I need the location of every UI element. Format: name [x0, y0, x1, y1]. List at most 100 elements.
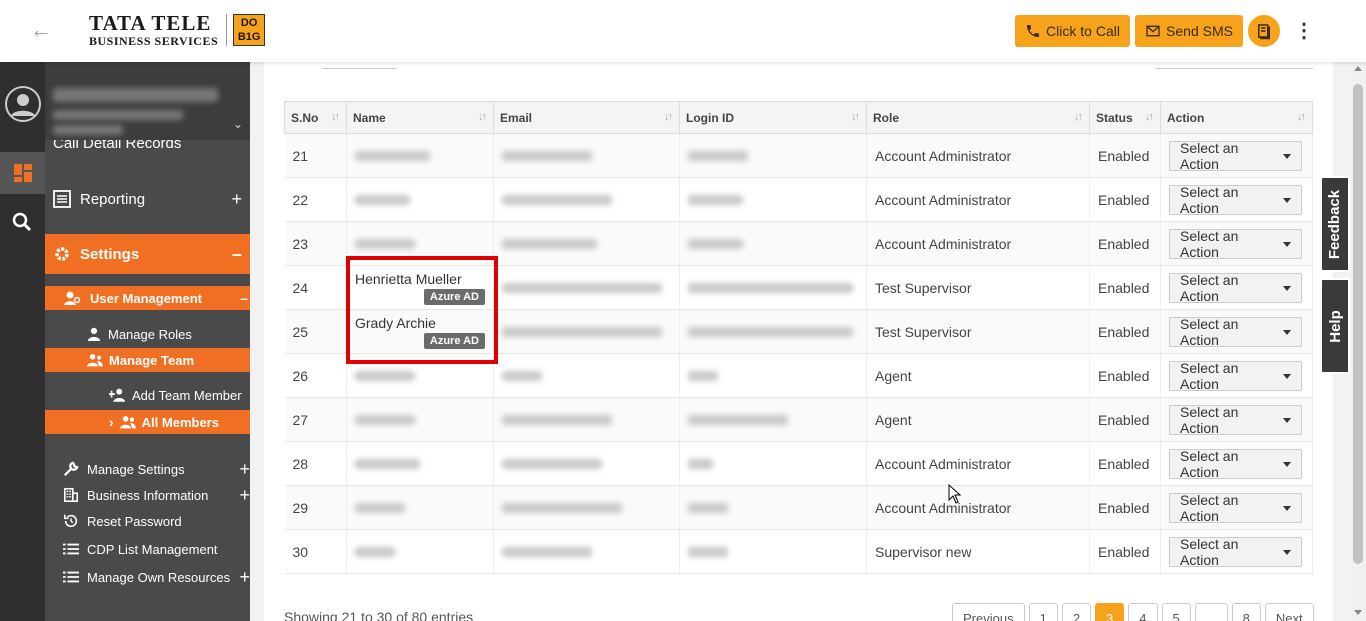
- logo-line2: BUSINESS SERVICES: [89, 34, 219, 48]
- add-user-icon: [109, 388, 126, 402]
- sidebar-item-cdp-list-management[interactable]: CDP List Management: [45, 539, 250, 559]
- book-button[interactable]: [1248, 15, 1280, 47]
- cell-status: Enabled: [1089, 529, 1161, 574]
- more-options-icon[interactable]: ⋮: [1294, 20, 1314, 42]
- column-label: Action: [1167, 110, 1205, 125]
- sidebar-item-settings[interactable]: Settings –: [45, 234, 250, 274]
- cell-action: Select an Action: [1160, 265, 1313, 310]
- cell-login-id: [679, 265, 867, 310]
- back-arrow-icon[interactable]: ←: [30, 18, 54, 42]
- sidebar-item-manage-team[interactable]: Manage Team: [45, 348, 250, 372]
- sidebar-item-all-members[interactable]: › All Members: [45, 410, 250, 434]
- column-label: Email: [500, 110, 533, 125]
- previous-page-button[interactable]: Previous: [952, 603, 1025, 621]
- sidebar-item-reset-password[interactable]: Reset Password: [45, 511, 250, 531]
- cell-login-id: [679, 133, 867, 178]
- page-button[interactable]: 3: [1095, 603, 1125, 621]
- cell-login-id: [679, 353, 867, 398]
- company-logo: TATA TELE BUSINESS SERVICES DO B1G: [89, 13, 266, 48]
- sidebar-item-manage-roles[interactable]: Manage Roles: [45, 324, 250, 344]
- dashboard-icon: [13, 164, 32, 182]
- member-name: Henrietta Mueller: [355, 270, 462, 287]
- building-icon: [63, 487, 79, 503]
- select-action-dropdown[interactable]: Select an Action: [1169, 184, 1302, 216]
- icon-rail: [0, 62, 45, 621]
- member-name: Grady Archie: [355, 314, 436, 331]
- sidebar-item-user-management[interactable]: User Management –: [45, 286, 250, 310]
- page-button[interactable]: 2: [1061, 603, 1092, 621]
- table-row: 23 Account Administrator Enabled Select an …: [284, 221, 1313, 266]
- page-button[interactable]: 8: [1231, 603, 1261, 621]
- cell-name: [346, 529, 494, 574]
- status-value: Enabled: [1098, 323, 1150, 340]
- chevron-down-icon[interactable]: ⌄: [233, 117, 243, 131]
- column-label: Login ID: [686, 110, 734, 125]
- search-icon[interactable]: [12, 212, 32, 232]
- cell-sno: 26: [284, 353, 347, 398]
- caret-down-icon: [1283, 329, 1291, 335]
- next-page-button[interactable]: Next: [1264, 603, 1314, 621]
- page-button[interactable]: 1: [1028, 603, 1058, 621]
- cell-login-id: [679, 177, 867, 222]
- sidebar-item-label: Reset Password: [87, 513, 182, 529]
- cell-action: Select an Action: [1160, 441, 1313, 486]
- select-action-label: Select an Action: [1180, 272, 1239, 304]
- send-sms-button[interactable]: Send SMS: [1135, 15, 1243, 47]
- sidebar-item-reporting[interactable]: Reporting +: [45, 186, 250, 212]
- select-action-dropdown[interactable]: Select an Action: [1169, 316, 1302, 348]
- sidebar-item-call-detail-records[interactable]: Call Detail Records: [45, 140, 250, 154]
- scroll-up-arrow-icon[interactable]: [1354, 66, 1362, 71]
- caret-down-icon: [1283, 285, 1291, 291]
- scrollbar[interactable]: [1350, 62, 1366, 621]
- select-action-dropdown[interactable]: Select an Action: [1169, 448, 1302, 480]
- cell-action: Select an Action: [1160, 177, 1313, 222]
- column-header-email[interactable]: Email ↓↑: [493, 101, 680, 134]
- column-header-name[interactable]: Name ↓↑: [346, 101, 494, 134]
- help-tab[interactable]: Help: [1320, 278, 1350, 374]
- blurred-email: [502, 546, 592, 557]
- page-button[interactable]: 4: [1128, 603, 1158, 621]
- sidebar-item-manage-settings[interactable]: Manage Settings +: [45, 459, 250, 479]
- blurred-email: [502, 414, 612, 425]
- sidebar-item-add-team-member[interactable]: Add Team Member: [45, 385, 250, 405]
- select-action-dropdown[interactable]: Select an Action: [1169, 536, 1302, 568]
- plus-icon: +: [239, 458, 250, 479]
- table-row: 21 Account Administrator Enabled Select an …: [284, 133, 1313, 178]
- column-header-status[interactable]: Status ↓↑: [1089, 101, 1161, 134]
- user-avatar-icon: [11, 94, 35, 116]
- sidebar-item-business-information[interactable]: Business Information +: [45, 485, 250, 505]
- sidebar-item-manage-own-resources[interactable]: Manage Own Resources +: [45, 567, 250, 587]
- cell-action: Select an Action: [1160, 485, 1313, 530]
- sidebar-item-label: Manage Own Resources: [87, 569, 231, 585]
- select-action-dropdown[interactable]: Select an Action: [1169, 492, 1302, 524]
- select-action-dropdown[interactable]: Select an Action: [1169, 272, 1302, 304]
- select-action-dropdown[interactable]: Select an Action: [1169, 360, 1302, 392]
- dashboard-rail-button[interactable]: [0, 152, 45, 194]
- plus-icon: +: [239, 566, 250, 587]
- envelope-icon: [1146, 25, 1160, 37]
- cell-email: [493, 177, 680, 222]
- role-value: Test Supervisor: [875, 323, 972, 340]
- page-button[interactable]: ...: [1194, 603, 1228, 621]
- blurred-name: [355, 370, 415, 381]
- scroll-thumb[interactable]: [1353, 84, 1363, 564]
- select-action-dropdown[interactable]: Select an Action: [1169, 140, 1302, 172]
- column-header-sno[interactable]: S.No ↓↑: [284, 101, 347, 134]
- blurred-user-name: [53, 88, 218, 102]
- page-button[interactable]: 5: [1161, 603, 1191, 621]
- avatar[interactable]: [5, 86, 41, 122]
- user-profile-box[interactable]: ⌄: [45, 62, 250, 140]
- cell-role: Account Administrator: [866, 177, 1090, 222]
- column-header-action[interactable]: Action ↓↑: [1160, 101, 1313, 134]
- select-action-dropdown[interactable]: Select an Action: [1169, 228, 1302, 260]
- column-header-login-id[interactable]: Login ID ↓↑: [679, 101, 867, 134]
- status-value: Enabled: [1098, 147, 1150, 164]
- cell-action: Select an Action: [1160, 133, 1313, 178]
- scroll-down-arrow-icon[interactable]: [1354, 610, 1362, 615]
- column-header-role[interactable]: Role ↓↑: [866, 101, 1090, 134]
- blurred-name: [355, 546, 395, 557]
- select-action-dropdown[interactable]: Select an Action: [1169, 404, 1302, 436]
- click-to-call-button[interactable]: Click to Call: [1015, 15, 1130, 47]
- blurred-login-id: [688, 414, 788, 425]
- feedback-tab[interactable]: Feedback: [1320, 176, 1350, 272]
